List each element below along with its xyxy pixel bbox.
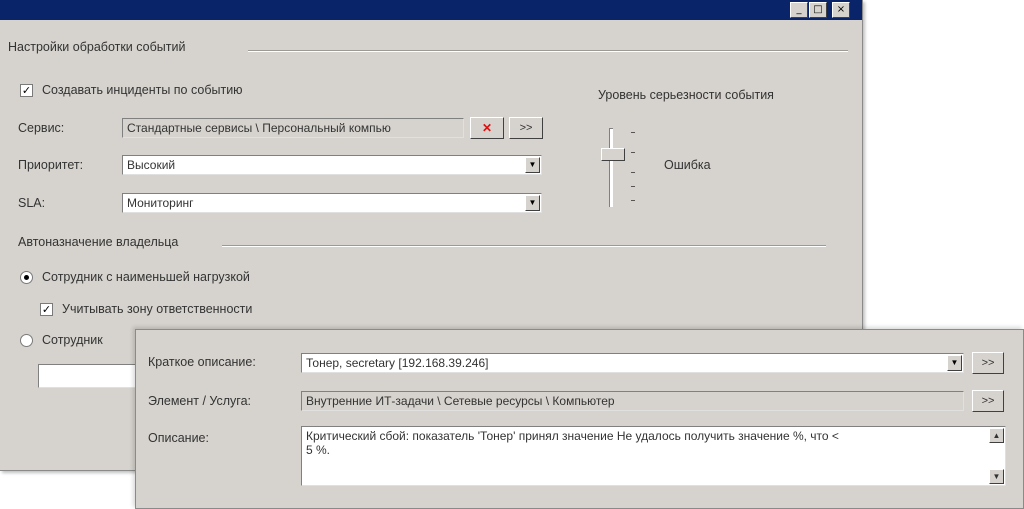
create-incidents-checkbox[interactable]: ✓ (20, 84, 33, 97)
severity-title: Уровень серьезности события (598, 88, 774, 102)
separator (222, 245, 826, 247)
description-line: 5 %. (306, 443, 331, 457)
scroll-down-button[interactable]: ▼ (989, 469, 1004, 484)
element-field[interactable]: Внутренние ИТ-задачи \ Сетевые ресурсы \… (301, 391, 964, 411)
severity-value: Ошибка (664, 158, 711, 172)
close-button[interactable]: × (832, 2, 850, 18)
description-textarea[interactable]: Критический сбой: показатель 'Тонер' при… (301, 426, 1006, 486)
description-label: Описание: (148, 431, 209, 445)
slider-thumb[interactable] (601, 148, 625, 161)
scroll-up-button[interactable]: ▲ (989, 428, 1004, 443)
employee-label: Сотрудник (42, 333, 103, 347)
group-event-processing-title: Настройки обработки событий (8, 40, 186, 54)
short-desc-value: Тонер, secretary [192.168.39.246] (306, 356, 489, 370)
chevron-down-icon[interactable]: ▼ (525, 195, 540, 211)
tick (631, 172, 635, 173)
tick (631, 132, 635, 133)
element-label: Элемент / Услуга: (148, 394, 252, 408)
employee-radio[interactable] (20, 334, 33, 347)
chevron-down-icon[interactable]: ▼ (525, 157, 540, 173)
tick (631, 200, 635, 201)
chevron-down-icon[interactable]: ▼ (947, 355, 962, 371)
priority-value: Высокий (127, 158, 176, 172)
slider-track (609, 128, 613, 207)
service-label: Сервис: (18, 121, 65, 135)
short-desc-select[interactable]: Тонер, secretary [192.168.39.246] ▼ (301, 353, 964, 373)
short-desc-label: Краткое описание: (148, 355, 256, 369)
incident-dialog: Краткое описание: Тонер, secretary [192.… (135, 329, 1024, 509)
title-bar: _ □ × (0, 0, 862, 20)
severity-slider[interactable] (598, 122, 638, 210)
least-loaded-label: Сотрудник с наименьшей нагрузкой (42, 270, 250, 284)
browse-service-button[interactable]: >> (509, 117, 543, 139)
browse-short-desc-button[interactable]: >> (972, 352, 1004, 374)
priority-select[interactable]: Высокий ▼ (122, 155, 542, 175)
priority-label: Приоритет: (18, 158, 84, 172)
responsibility-label: Учитывать зону ответственности (62, 302, 253, 316)
x-icon: ✕ (481, 121, 493, 135)
responsibility-checkbox[interactable]: ✓ (40, 303, 53, 316)
service-field[interactable]: Стандартные сервисы \ Персональный компь… (122, 118, 464, 138)
description-line: Критический сбой: показатель 'Тонер' при… (306, 429, 839, 443)
separator (248, 50, 848, 52)
sla-select[interactable]: Мониторинг ▼ (122, 193, 542, 213)
browse-element-button[interactable]: >> (972, 390, 1004, 412)
sla-label: SLA: (18, 196, 46, 210)
least-loaded-radio[interactable] (20, 271, 33, 284)
maximize-button[interactable]: □ (809, 2, 827, 18)
sla-value: Мониторинг (127, 196, 194, 210)
group-owner-title: Автоназначение владельца (18, 235, 179, 249)
minimize-button[interactable]: _ (790, 2, 808, 18)
clear-service-button[interactable]: ✕ (470, 117, 504, 139)
create-incidents-label: Создавать инциденты по событию (42, 83, 243, 97)
tick (631, 186, 635, 187)
tick (631, 152, 635, 153)
employee-field[interactable] (38, 364, 138, 388)
